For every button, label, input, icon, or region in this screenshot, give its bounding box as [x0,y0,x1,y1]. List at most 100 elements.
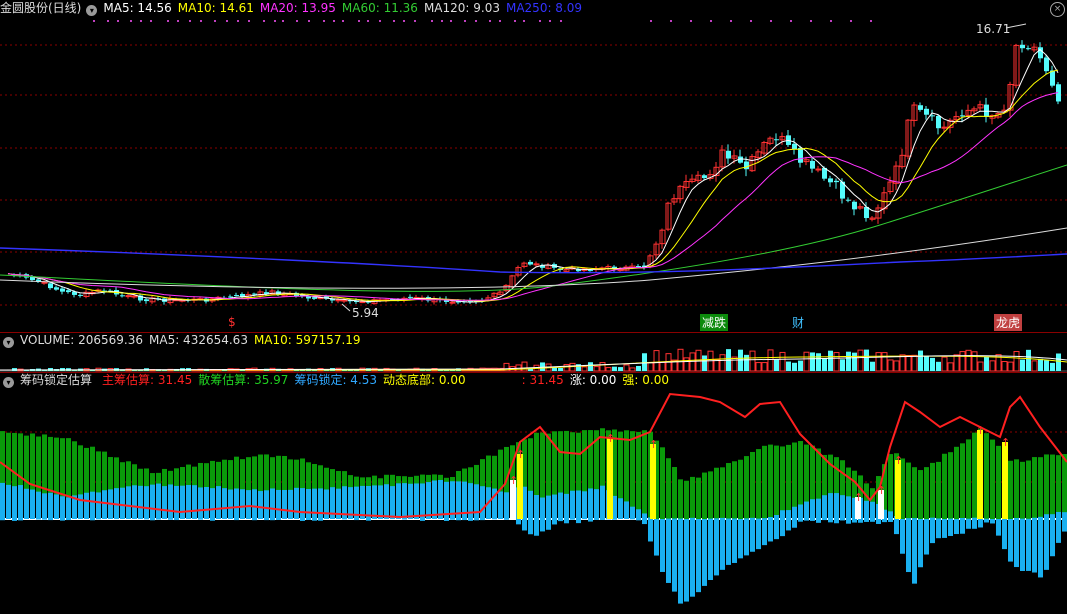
ind-legend-6: 强: 0.00 [622,373,669,387]
volume-bar [959,351,966,372]
volume-bar [798,360,803,371]
volume-bar [899,354,906,372]
candle-body-down [306,296,311,299]
suoding-neg-bar [990,519,995,524]
event-marker-longhu[interactable]: 龙虎 [994,314,1023,331]
volume-panel[interactable]: ▾ VOLUME: 206569.36 MA5: 432654.63 MA10: 59… [0,332,1067,372]
sanchou-bar [660,447,665,519]
suoding-bar [288,489,293,519]
volume-bar [864,349,869,371]
candle-body-down [252,293,257,295]
suoding-bar [1050,514,1055,519]
suoding-bar [18,485,23,519]
signal-dot [93,20,95,22]
suoding-neg-bar [402,519,407,520]
volume-bar [749,350,756,372]
suoding-neg-bar [870,519,875,522]
price-chart-canvas[interactable] [0,0,1067,332]
signal-dot [710,20,712,22]
suoding-neg-bar [210,519,215,521]
suoding-bar [234,488,239,519]
indicator-panel[interactable]: ▾ 筹码锁定估算 主筹估算: 31.45 散筹估算: 35.97 筹码锁定: 4.53 动… [0,372,1067,614]
volume-bar [1026,349,1031,371]
signal-dot [450,20,452,22]
sanchou-bar [726,463,731,519]
suoding-neg-bar [732,519,737,563]
suoding-neg-bar [528,519,533,535]
volume-bar [930,357,935,371]
signal-dot [107,20,109,22]
suoding-neg-bar [858,519,863,523]
event-marker-jiandie[interactable]: 减跌 [700,314,729,331]
volume-bar [1001,361,1008,372]
event-marker-dollar[interactable]: $ [226,315,238,329]
volume-bar [828,350,833,371]
suoding-bar [360,485,365,519]
suoding-neg-bar [462,519,467,521]
sanchou-bar [990,439,995,519]
dynamic-bottom-bar [895,460,901,519]
sanchou-bar [756,449,761,519]
suoding-bar [24,488,29,519]
suoding-bar [216,486,221,519]
event-marker-cai[interactable]: 财 [790,314,806,331]
volume-bar [924,356,929,371]
suoding-bar [246,490,251,519]
candle-body-up [449,301,456,304]
suoding-bar [438,480,443,519]
signal-dot [308,20,310,22]
signal-dot [117,20,119,22]
settings-circle-icon[interactable]: ▾ [86,5,98,16]
volume-bar [612,366,617,371]
vol-legend-0: VOLUME: 206569.36 [20,333,143,347]
suoding-neg-bar [684,519,689,602]
suoding-neg-bar [768,519,773,542]
suoding-bar [618,498,623,519]
suoding-bar [834,493,839,519]
price-chart-panel[interactable]: 金圆股份(日线) ▾ MA5: 14.56 MA10: 14.61 MA20: 13.9… [0,0,1067,332]
volume-bar [744,354,749,371]
candle-body-down [828,178,833,183]
suoding-neg-bar [546,519,551,530]
signal-dot [403,20,405,22]
candle-body-down [1026,48,1031,50]
suoding-neg-bar [594,519,599,520]
volume-bar [971,351,978,372]
sanchou-bar [636,431,641,519]
suoding-neg-bar [894,519,899,535]
volume-settings-icon[interactable]: ▾ [3,337,14,348]
suoding-bar [174,485,179,519]
suoding-bar [750,517,755,519]
suoding-bar [132,485,137,519]
volume-bar [1020,359,1025,371]
suoding-neg-bar [1044,519,1049,570]
suoding-bar [774,514,779,519]
signal-dot [140,20,142,22]
indicator-chart-canvas[interactable]: ↑↑↑ ↑↑↑↑↑↑ [0,372,1067,614]
suoding-bar [408,483,413,519]
signal-dot [870,20,872,22]
suoding-neg-bar [840,519,845,521]
close-icon[interactable]: × [1050,2,1065,17]
suoding-bar [192,485,197,519]
suoding-neg-bar [774,519,779,540]
volume-bar [774,359,779,371]
suoding-neg-bar [762,519,767,546]
indicator-settings-icon[interactable]: ▾ [3,377,14,388]
suoding-bar [732,518,737,519]
ma10-line [7,69,1059,302]
suoding-neg-bar [522,519,527,531]
volume-bar [905,354,912,372]
volume-bar [569,362,576,372]
suoding-neg-bar [198,519,203,520]
volume-bar [840,359,845,371]
candle-body-down [918,105,923,110]
signal-dot [560,20,562,22]
suoding-bar [822,495,827,519]
suoding-neg-bar [1014,519,1019,568]
volume-bar [629,367,636,372]
sanchou-bar [906,462,911,519]
suoding-neg-bar [900,519,905,554]
sanchou-bar [1038,457,1043,519]
suoding-bar [912,518,917,519]
